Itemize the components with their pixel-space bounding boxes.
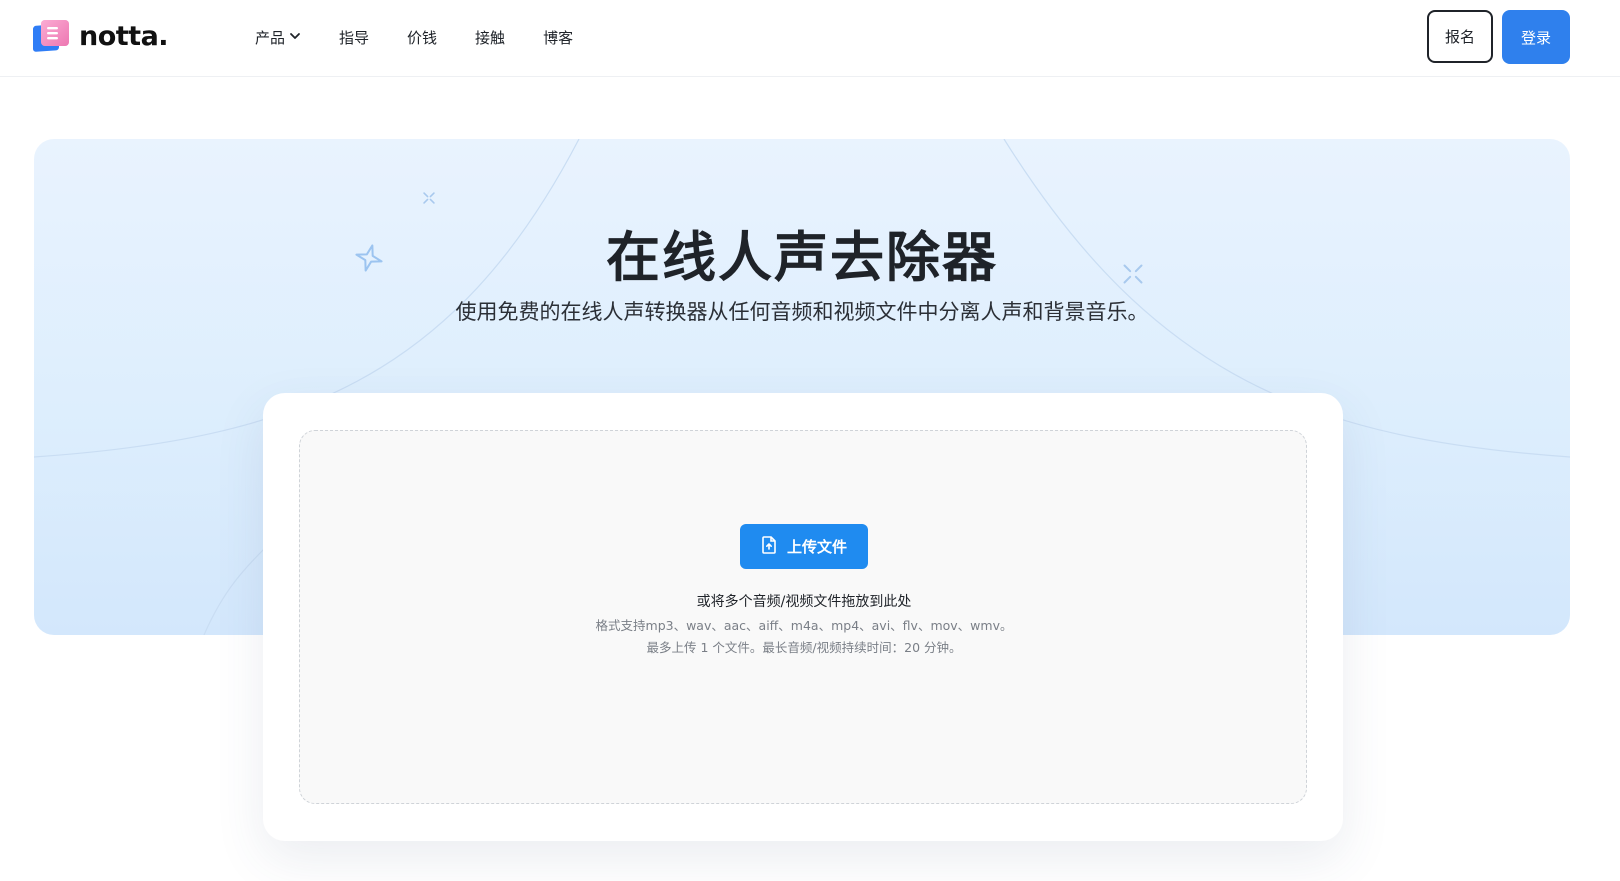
upload-limits-text: 最多上传 1 个文件。最长音频/视频持续时间：20 分钟。 [646,640,962,655]
nav-item-products[interactable]: 产品 [255,27,301,48]
nav-item-guide[interactable]: 指导 [339,27,369,48]
file-dropzone[interactable]: 上传文件 或将多个音频/视频文件拖放到此处 格式支持mp3、wav、aac、ai… [299,430,1307,804]
main-nav: 产品 指导 价钱 接触 博客 [255,0,573,74]
page-title: 在线人声去除器 [606,226,998,289]
upload-card: 上传文件 或将多个音频/视频文件拖放到此处 格式支持mp3、wav、aac、ai… [263,393,1343,841]
upload-button-label: 上传文件 [786,538,847,556]
nav-item-label: 博客 [543,28,574,47]
nav-item-label: 接触 [475,28,506,47]
drop-instructions: 或将多个音频/视频文件拖放到此处 [696,594,912,610]
file-upload-icon [761,535,777,558]
chevron-down-icon [289,28,301,46]
nav-item-blog[interactable]: 博客 [543,27,573,48]
login-button[interactable]: 登录 [1502,10,1570,64]
sparkle-icon [421,190,437,210]
upload-file-button[interactable]: 上传文件 [740,524,868,569]
site-header: notta. 产品 指导 价钱 接触 博客 报名 登录 [0,0,1620,77]
signup-button[interactable]: 报名 [1427,10,1493,63]
logo[interactable]: notta. [33,18,169,54]
nav-item-contact[interactable]: 接触 [475,27,505,48]
nav-item-label: 产品 [255,28,286,47]
logo-text: notta. [79,20,169,52]
notta-logo-icon [33,18,71,54]
supported-formats-text: 格式支持mp3、wav、aac、aiff、m4a、mp4、avi、flv、mov… [595,618,1013,633]
nav-item-label: 指导 [339,28,370,47]
nav-item-label: 价钱 [407,28,438,47]
page-subtitle: 使用免费的在线人声转换器从任何音频和视频文件中分离人声和背景音乐。 [455,300,1149,324]
nav-item-pricing[interactable]: 价钱 [407,27,437,48]
